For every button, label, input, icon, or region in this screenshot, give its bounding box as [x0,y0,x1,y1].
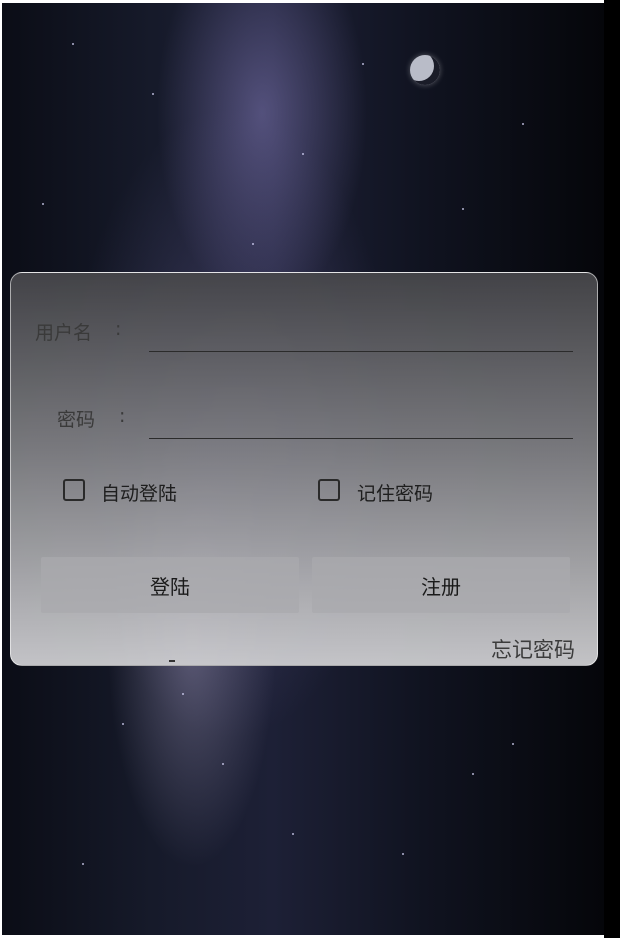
remember-password-checkbox[interactable] [318,479,340,501]
password-colon: : [119,405,126,427]
forgot-password-link[interactable]: 忘记密码 [491,634,575,664]
login-button[interactable]: 登陆 [41,557,299,613]
background-star [362,63,364,65]
text-cursor-mark [169,660,175,662]
login-screen: 用户名 : 密码 : 自动登陆 记住密码 登陆 注册 忘记密码 [2,3,604,935]
auto-login-checkbox[interactable] [63,479,85,501]
background-star [72,43,74,45]
background-star [512,743,514,745]
background-star [402,853,404,855]
background-star [302,153,304,155]
background-star [292,833,294,835]
background-star [522,123,524,125]
background-star [152,93,154,95]
login-card: 用户名 : 密码 : 自动登陆 记住密码 登陆 注册 忘记密码 [10,272,598,666]
username-input[interactable] [149,319,573,352]
background-star [472,773,474,775]
auto-login-label[interactable]: 自动登陆 [101,479,177,506]
background-star [42,203,44,205]
background-star [122,723,124,725]
remember-password-label[interactable]: 记住密码 [357,479,433,506]
password-label: 密码 [57,409,96,431]
register-button[interactable]: 注册 [312,557,570,613]
background-star [462,208,464,210]
moon-image [410,55,440,85]
background-star [182,693,184,695]
background-star [252,243,254,245]
screen-edge [604,0,620,938]
background-star [222,763,224,765]
username-label: 用户名 [35,322,93,344]
background-star [82,863,84,865]
username-colon: : [115,318,122,340]
password-input[interactable] [149,406,573,439]
